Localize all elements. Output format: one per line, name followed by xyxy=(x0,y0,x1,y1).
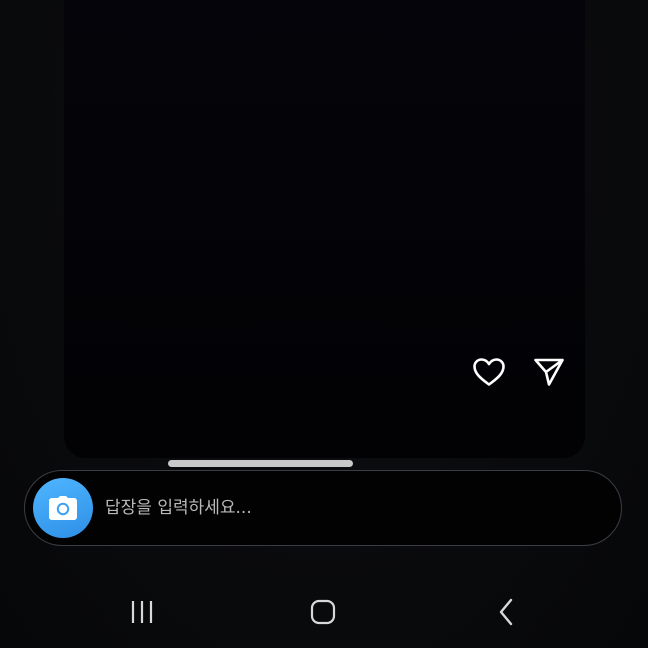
camera-button[interactable] xyxy=(33,478,93,538)
share-button[interactable] xyxy=(531,354,567,390)
reply-input[interactable] xyxy=(105,488,597,528)
recent-apps-icon xyxy=(131,601,153,623)
home-button[interactable] xyxy=(291,580,355,644)
back-icon xyxy=(499,598,513,626)
system-navigation-bar xyxy=(0,580,648,644)
story-card[interactable] xyxy=(64,0,585,458)
recent-apps-button[interactable] xyxy=(110,580,174,644)
like-button[interactable] xyxy=(471,354,507,390)
back-button[interactable] xyxy=(474,580,538,644)
heart-icon xyxy=(473,358,505,386)
home-icon xyxy=(310,599,336,625)
story-actions xyxy=(471,354,567,390)
story-viewer-screen xyxy=(0,0,648,648)
home-indicator[interactable] xyxy=(168,460,353,467)
reply-bar xyxy=(24,470,622,546)
camera-icon xyxy=(49,496,77,520)
send-icon xyxy=(534,358,564,386)
